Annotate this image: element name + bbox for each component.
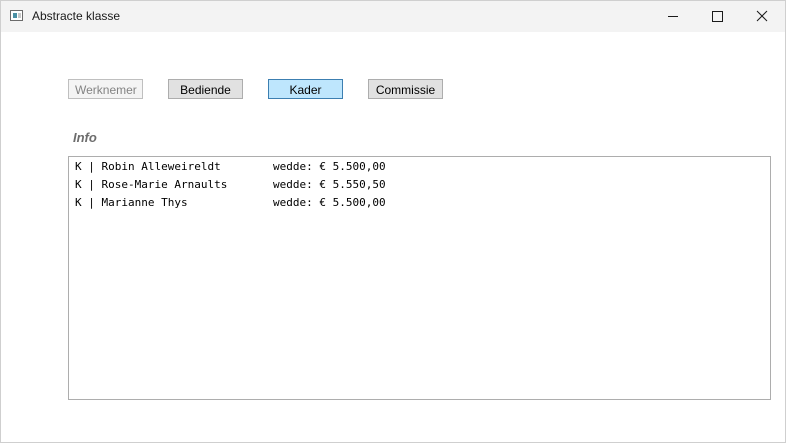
maximize-button[interactable] — [694, 1, 740, 32]
info-listbox[interactable]: K | Robin Alleweireldt wedde: € 5.500,00… — [68, 156, 771, 400]
minimize-icon — [668, 16, 678, 17]
employee-salary: wedde: € 5.550,50 — [273, 178, 386, 191]
info-label: Info — [73, 130, 97, 145]
title-bar[interactable]: Abstracte klasse — [1, 1, 785, 32]
employee-salary: wedde: € 5.500,00 — [273, 160, 386, 173]
maximize-icon — [712, 11, 723, 22]
list-item[interactable]: K | Rose-Marie Arnaults wedde: € 5.550,5… — [75, 176, 386, 194]
minimize-button[interactable] — [650, 1, 696, 32]
app-icon — [10, 10, 23, 21]
employee-salary: wedde: € 5.500,00 — [273, 196, 386, 209]
employee-name: K | Marianne Thys — [75, 196, 188, 209]
close-button[interactable] — [739, 1, 785, 32]
werknemer-button[interactable]: Werknemer — [68, 79, 143, 99]
commissie-button[interactable]: Commissie — [368, 79, 443, 99]
list-item[interactable]: K | Robin Alleweireldt wedde: € 5.500,00 — [75, 158, 386, 176]
bediende-button[interactable]: Bediende — [168, 79, 243, 99]
employee-name: K | Robin Alleweireldt — [75, 160, 221, 173]
main-window: Abstracte klasse Werknemer Bediende Kade… — [0, 0, 786, 443]
window-title: Abstracte klasse — [32, 9, 121, 23]
close-icon — [756, 10, 768, 22]
employee-name: K | Rose-Marie Arnaults — [75, 178, 228, 191]
kader-button[interactable]: Kader — [268, 79, 343, 99]
list-item[interactable]: K | Marianne Thys wedde: € 5.500,00 — [75, 194, 386, 212]
